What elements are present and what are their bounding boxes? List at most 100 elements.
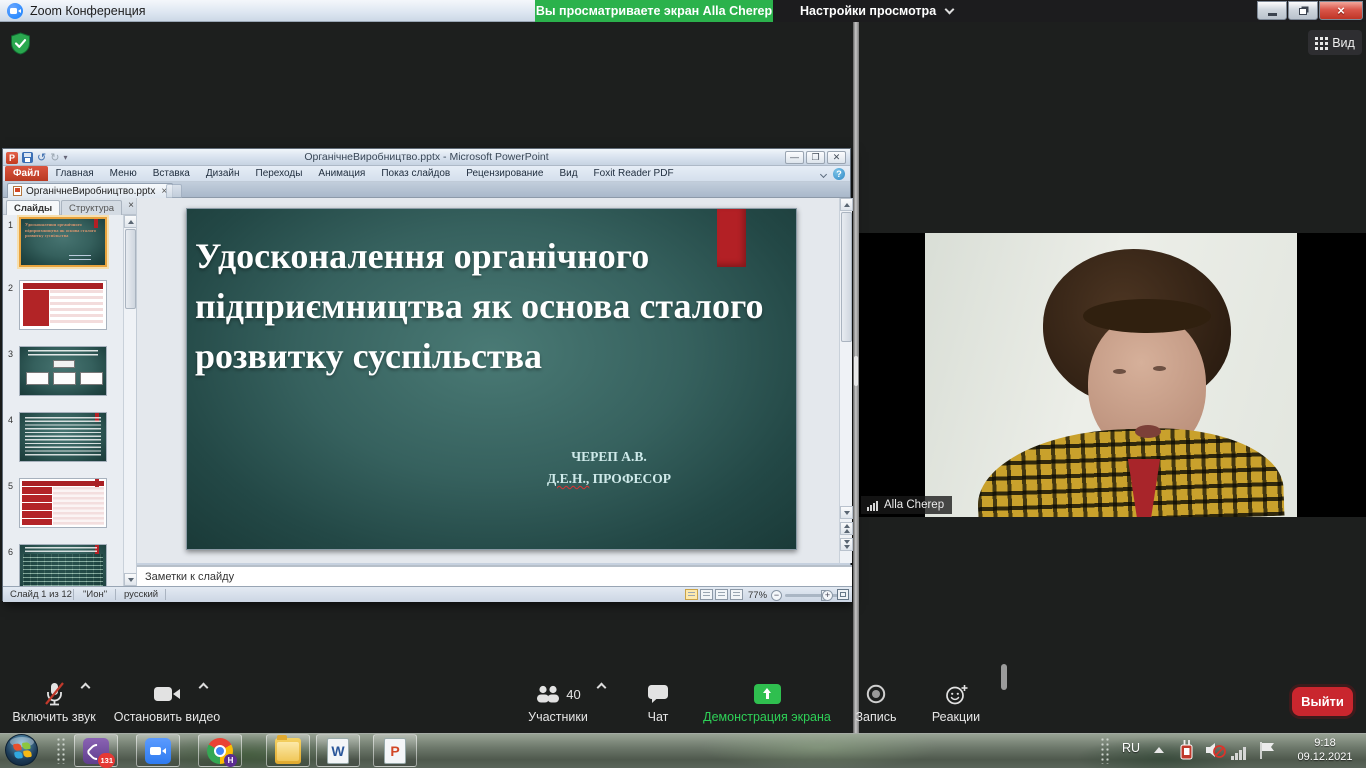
zoom-percent: 77% xyxy=(748,590,767,601)
zoom-in-button[interactable]: + xyxy=(822,590,833,601)
record-icon xyxy=(865,680,887,708)
view-slideshow-button[interactable] xyxy=(730,589,743,600)
ribbon-tab-design[interactable]: Дизайн xyxy=(198,166,248,181)
help-button[interactable]: ? xyxy=(833,168,845,180)
taskbar-item-viber[interactable]: 131 xyxy=(74,734,118,767)
slide-number: 2 xyxy=(8,283,13,293)
view-normal-button[interactable] xyxy=(685,589,698,600)
participants-button[interactable]: 40 Участники xyxy=(516,672,600,724)
slide-canvas[interactable]: Удосконалення органічного підприємництва… xyxy=(186,208,797,550)
vertical-scrollbar[interactable] xyxy=(839,198,852,563)
record-button[interactable]: Запись xyxy=(842,672,910,724)
slide-thumbnail-4[interactable] xyxy=(19,412,107,462)
save-icon[interactable] xyxy=(22,152,33,163)
scroll-thumb[interactable] xyxy=(841,212,852,342)
ribbon-tab-insert[interactable]: Вставка xyxy=(145,166,198,181)
ppt-maximize-button[interactable]: ❐ xyxy=(806,151,825,164)
scroll-up-button[interactable] xyxy=(124,215,137,228)
tray-flag-icon[interactable] xyxy=(1258,740,1278,760)
taskbar-item-word[interactable]: W xyxy=(316,734,360,767)
notes-pane[interactable]: Заметки к слайду xyxy=(137,565,852,586)
tray-volume-muted-icon[interactable] xyxy=(1204,741,1226,759)
participant-name: Alla Cherep xyxy=(884,499,944,511)
slide-thumbnail-6[interactable] xyxy=(19,544,107,586)
tray-clock[interactable]: 9:18 09.12.2021 xyxy=(1288,736,1362,764)
zoom-meeting-window: Zoom Конференция Вы просматриваете экран… xyxy=(0,0,1366,768)
video-button[interactable]: Остановить видео xyxy=(112,672,222,724)
ribbon-tab-file[interactable]: Файл xyxy=(5,166,48,181)
ribbon-tab-foxit[interactable]: Foxit Reader PDF xyxy=(586,166,682,181)
tray-expand-icon[interactable] xyxy=(1154,747,1164,753)
share-button[interactable]: Демонстрация экрана xyxy=(688,672,846,724)
ribbon-tab-slideshow[interactable]: Показ слайдов xyxy=(373,166,458,181)
ribbon-tab-menu[interactable]: Меню xyxy=(102,166,145,181)
slide-title[interactable]: Удосконалення органічного підприємництва… xyxy=(195,231,773,381)
slide-author[interactable]: ЧЕРЕП А.В. Д.Е.Н., ПРОФЕСОР xyxy=(519,446,699,490)
ppt-close-button[interactable]: ✕ xyxy=(827,151,846,164)
slide-thumbnail-3[interactable] xyxy=(19,346,107,396)
slide-thumbnail-5[interactable] xyxy=(19,478,107,528)
ribbon-tab-review[interactable]: Рецензирование xyxy=(458,166,551,181)
ribbon-collapse-icon[interactable] xyxy=(820,171,827,178)
next-slide-button[interactable] xyxy=(840,538,853,551)
qat-dropdown-icon[interactable]: ▾ xyxy=(63,153,67,162)
taskbar-item-explorer[interactable] xyxy=(266,734,310,767)
start-button[interactable] xyxy=(5,734,38,766)
mic-muted-icon xyxy=(42,680,66,708)
chevron-down-icon xyxy=(944,5,954,15)
ribbon-tab-transitions[interactable]: Переходы xyxy=(248,166,311,181)
status-language[interactable]: русский xyxy=(124,589,158,600)
tray-grip[interactable] xyxy=(1100,737,1110,764)
chat-button[interactable]: Чат xyxy=(634,672,682,724)
status-theme[interactable]: "Ион" xyxy=(83,589,107,600)
scroll-down-button[interactable] xyxy=(124,573,137,586)
powerpoint-icon: P xyxy=(384,738,406,764)
tray-power-icon[interactable] xyxy=(1178,739,1196,761)
slide-number: 4 xyxy=(8,415,13,425)
reactions-button[interactable]: Реакции xyxy=(918,672,994,724)
ribbon-tab-view[interactable]: Вид xyxy=(551,166,585,181)
ribbon-tab-animation[interactable]: Анимация xyxy=(310,166,373,181)
ppt-window-title: ОрганічнеВиробництво.pptx - Microsoft Po… xyxy=(3,149,850,166)
slides-panel: Слайды Структура × 1 Удосконалення орган… xyxy=(3,198,137,586)
slide-number: 5 xyxy=(8,481,13,491)
taskbar-item-chrome[interactable]: H xyxy=(198,734,242,767)
ppt-minimize-button[interactable]: — xyxy=(785,151,804,164)
leave-button[interactable]: Выйти xyxy=(1292,687,1353,716)
taskbar-item-powerpoint[interactable]: P xyxy=(373,734,417,767)
undo-icon[interactable]: ↺ xyxy=(37,151,46,164)
security-shield-icon[interactable] xyxy=(10,32,31,55)
zoom-out-button[interactable]: − xyxy=(771,590,782,601)
view-button[interactable]: Вид xyxy=(1308,30,1362,55)
scroll-thumb[interactable] xyxy=(125,229,136,309)
previous-slide-button[interactable] xyxy=(840,522,853,535)
tray-network-icon[interactable] xyxy=(1231,742,1247,760)
redo-icon[interactable]: ↻ xyxy=(50,151,59,164)
view-sorter-button[interactable] xyxy=(700,589,713,600)
new-tab-ghost[interactable] xyxy=(166,184,182,198)
taskbar-grip[interactable] xyxy=(56,737,66,764)
view-reading-button[interactable] xyxy=(715,589,728,600)
ppt-app-icon[interactable]: P xyxy=(6,152,18,164)
panel-scrollbar[interactable] xyxy=(123,215,136,586)
divider-handle[interactable] xyxy=(1001,664,1007,690)
minimize-button[interactable] xyxy=(1257,1,1287,20)
panel-tab-outline[interactable]: Структура xyxy=(61,200,122,215)
taskbar-item-zoom[interactable] xyxy=(136,734,180,767)
close-button[interactable]: × xyxy=(1319,1,1363,20)
panel-tab-slides[interactable]: Слайды xyxy=(6,200,60,215)
webcam-video[interactable] xyxy=(925,233,1297,517)
slide-thumbnail-1[interactable]: Удосконалення органічного підприємництва… xyxy=(19,217,107,267)
panel-close-button[interactable]: × xyxy=(128,200,134,211)
document-tab[interactable]: ОрганічнеВиробництво.pptx × xyxy=(7,183,173,198)
mute-button[interactable]: Включить звук xyxy=(8,672,100,724)
slide-thumbnail-2[interactable] xyxy=(19,280,107,330)
fit-window-button[interactable] xyxy=(837,589,849,600)
tray-language[interactable]: RU xyxy=(1122,741,1140,755)
maximize-button[interactable] xyxy=(1288,1,1318,20)
view-settings-button[interactable]: Настройки просмотра xyxy=(800,0,953,22)
scroll-down-button[interactable] xyxy=(840,506,853,519)
splitter-handle[interactable] xyxy=(854,356,858,386)
ribbon-tab-home[interactable]: Главная xyxy=(48,166,102,181)
scroll-up-button[interactable] xyxy=(840,198,853,211)
